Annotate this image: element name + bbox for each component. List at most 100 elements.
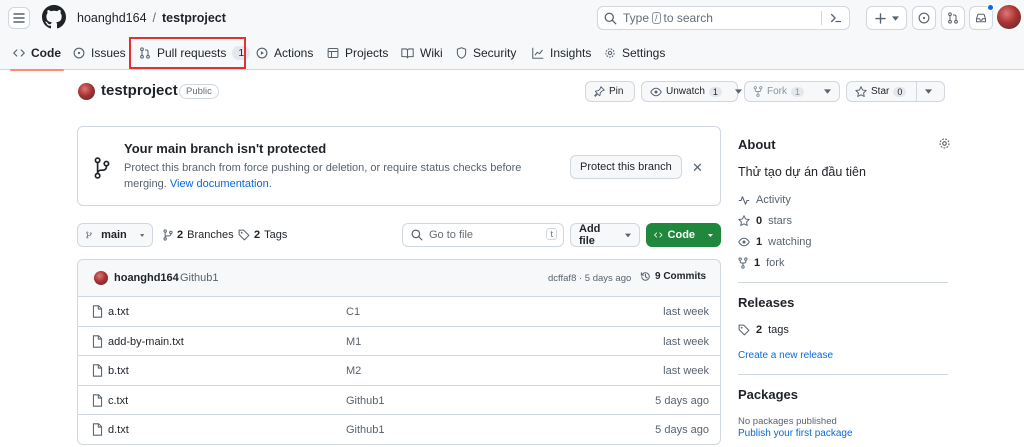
code-icon bbox=[13, 49, 25, 57]
stars-link[interactable]: 0 stars bbox=[738, 215, 792, 227]
search-icon bbox=[411, 229, 423, 241]
tags-link[interactable]: 2 Tags bbox=[238, 229, 287, 241]
repo-forked-icon bbox=[753, 86, 763, 97]
file-commit-time: 5 days ago bbox=[655, 424, 709, 436]
file-commit-message[interactable]: M1 bbox=[346, 336, 361, 348]
inbox-icon bbox=[975, 13, 987, 23]
notification-dot bbox=[987, 4, 994, 11]
file-list: hoanghd164 Github1 dcffaf8 · 5 days ago … bbox=[77, 259, 721, 445]
github-logo-icon[interactable] bbox=[42, 5, 66, 29]
file-name[interactable]: d.txt bbox=[108, 424, 129, 436]
code-icon bbox=[654, 232, 663, 238]
tab-wiki[interactable]: Wiki bbox=[401, 36, 443, 70]
file-commit-message[interactable]: Github1 bbox=[346, 395, 385, 407]
gear-icon[interactable] bbox=[938, 137, 951, 150]
gear-icon bbox=[605, 48, 615, 58]
branch-protection-banner: Your main branch isn't protected Protect… bbox=[77, 126, 721, 206]
watching-label: watching bbox=[768, 236, 812, 248]
branches-link[interactable]: 2 Branches bbox=[163, 229, 234, 241]
table-row[interactable]: c.txt Github1 5 days ago bbox=[78, 386, 720, 415]
tab-security[interactable]: Security bbox=[456, 36, 516, 70]
create-new-button[interactable] bbox=[866, 6, 907, 30]
branch-selector[interactable]: main bbox=[77, 223, 153, 247]
file-commit-message[interactable]: Github1 bbox=[346, 424, 385, 436]
breadcrumb-owner[interactable]: hoanghd164 bbox=[77, 11, 147, 25]
tab-code[interactable]: Code bbox=[10, 36, 64, 71]
star-icon bbox=[738, 215, 750, 226]
caret-down-icon bbox=[139, 233, 144, 237]
file-commit-message[interactable]: C1 bbox=[346, 306, 360, 318]
tab-projects[interactable]: Projects bbox=[327, 36, 388, 70]
table-row[interactable]: d.txt Github1 5 days ago bbox=[78, 415, 720, 444]
table-row[interactable]: add-by-main.txt M1 last week bbox=[78, 327, 720, 356]
issues-shortcut-button[interactable] bbox=[912, 6, 936, 30]
release-tags-link[interactable]: 2 tags bbox=[738, 324, 789, 336]
file-commit-time: last week bbox=[663, 335, 709, 348]
repo-description: Thử tạo dự án đầu tiên bbox=[738, 165, 866, 179]
fork-count: 1 bbox=[754, 257, 761, 269]
create-release-link[interactable]: Create a new release bbox=[738, 350, 833, 361]
commit-hash-time[interactable]: dcffaf8 · 5 days ago bbox=[548, 273, 631, 284]
caret-down-icon bbox=[734, 89, 742, 94]
command-palette-icon[interactable] bbox=[829, 11, 843, 25]
packages-heading[interactable]: Packages bbox=[738, 387, 798, 402]
file-icon bbox=[92, 305, 103, 318]
file-name[interactable]: c.txt bbox=[108, 395, 128, 407]
fork-dropdown[interactable] bbox=[816, 82, 839, 101]
tag-icon bbox=[738, 324, 750, 336]
file-name[interactable]: b.txt bbox=[108, 365, 129, 377]
tab-insights[interactable]: Insights bbox=[532, 36, 591, 70]
pin-icon bbox=[594, 86, 605, 97]
plus-icon bbox=[874, 12, 886, 24]
user-avatar[interactable] bbox=[997, 5, 1021, 29]
table-row[interactable]: b.txt M2 last week bbox=[78, 356, 720, 386]
commit-message[interactable]: Github1 bbox=[180, 272, 219, 284]
publish-package-link[interactable]: Publish your first package bbox=[738, 428, 853, 439]
forks-link[interactable]: 1 fork bbox=[738, 257, 784, 269]
star-button[interactable]: Star 0 bbox=[846, 81, 945, 102]
stars-label: stars bbox=[768, 215, 792, 227]
tab-settings[interactable]: Settings bbox=[604, 36, 665, 70]
activity-link[interactable]: Activity bbox=[738, 194, 791, 206]
file-icon bbox=[92, 393, 103, 407]
file-name[interactable]: add-by-main.txt bbox=[108, 336, 184, 348]
watching-link[interactable]: 1 watching bbox=[738, 236, 812, 248]
go-to-file-input[interactable]: Go to file t bbox=[402, 223, 564, 247]
book-icon bbox=[401, 48, 414, 59]
file-name[interactable]: a.txt bbox=[108, 306, 129, 318]
breadcrumb-repo[interactable]: testproject bbox=[162, 11, 226, 25]
fork-button[interactable]: Fork 1 bbox=[744, 81, 840, 102]
search-divider bbox=[821, 11, 822, 25]
protect-branch-button[interactable]: Protect this branch bbox=[570, 155, 682, 179]
tab-issues[interactable]: Issues bbox=[73, 36, 126, 70]
graph-icon bbox=[532, 47, 544, 59]
tab-issues-label: Issues bbox=[91, 46, 126, 60]
close-icon[interactable]: ✕ bbox=[692, 160, 703, 176]
pull-requests-shortcut-button[interactable] bbox=[941, 6, 965, 30]
search-input[interactable]: Type / to search bbox=[597, 6, 850, 30]
pin-button[interactable]: Pin bbox=[585, 81, 635, 102]
tab-actions[interactable]: Actions bbox=[256, 36, 313, 70]
unwatch-label: Unwatch bbox=[666, 86, 705, 97]
repo-title[interactable]: testproject bbox=[101, 82, 178, 99]
commit-author[interactable]: hoanghd164 bbox=[114, 272, 179, 284]
star-label: Star bbox=[871, 86, 890, 97]
menu-button[interactable] bbox=[8, 7, 30, 29]
git-pull-request-icon bbox=[948, 12, 958, 24]
releases-heading[interactable]: Releases bbox=[738, 295, 794, 310]
add-file-label: Add file bbox=[579, 223, 601, 247]
issue-circle-icon bbox=[73, 47, 85, 59]
banner-title: Your main branch isn't protected bbox=[124, 141, 327, 156]
file-commit-time: last week bbox=[663, 365, 709, 377]
code-button[interactable]: Code bbox=[646, 223, 721, 247]
star-dropdown[interactable] bbox=[917, 82, 940, 101]
add-file-button[interactable]: Add file bbox=[570, 223, 640, 247]
unwatch-button[interactable]: Unwatch 1 bbox=[641, 81, 742, 102]
table-row[interactable]: a.txt C1 last week bbox=[78, 297, 720, 327]
latest-commit-bar: hoanghd164 Github1 dcffaf8 · 5 days ago … bbox=[78, 260, 720, 297]
inbox-button[interactable] bbox=[969, 4, 994, 30]
commits-link[interactable]: 9 Commits bbox=[640, 271, 706, 282]
file-commit-message[interactable]: M2 bbox=[346, 365, 361, 377]
view-documentation-link[interactable]: View documentation. bbox=[170, 178, 272, 190]
caret-down-icon bbox=[925, 89, 933, 94]
